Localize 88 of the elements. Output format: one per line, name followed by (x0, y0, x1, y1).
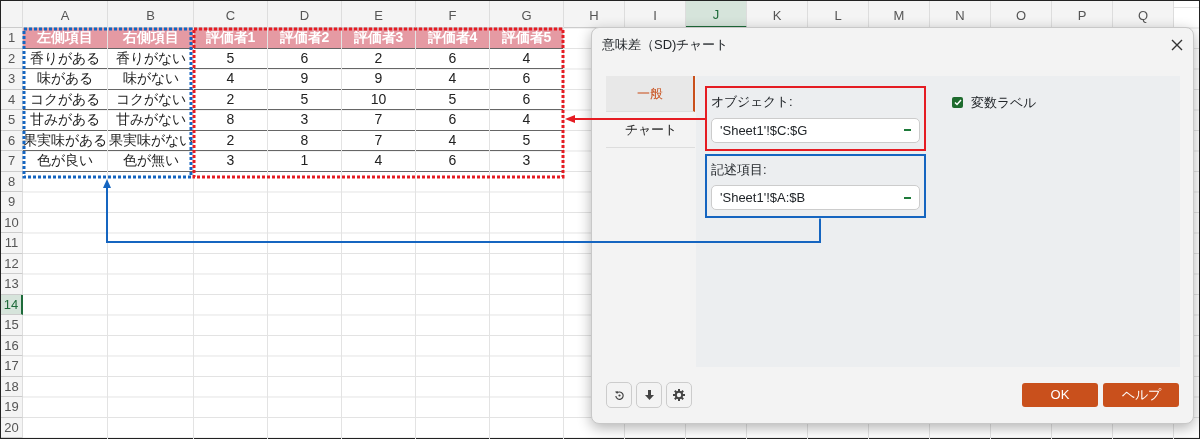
row-header[interactable]: 9 (1, 192, 23, 213)
column-header[interactable]: D (268, 1, 342, 28)
table-cell: 7 (342, 130, 416, 151)
table-cell: 3 (268, 110, 342, 131)
row-header[interactable]: 11 (1, 233, 23, 254)
table-cell: 8 (268, 130, 342, 151)
table-cell: コクがある (23, 89, 108, 110)
row-header[interactable]: 17 (1, 356, 23, 377)
table-cell: 色が良い (23, 151, 108, 172)
column-header[interactable]: J (686, 1, 747, 28)
table-cell: 6 (490, 89, 564, 110)
column-header[interactable]: I (625, 1, 686, 28)
row-header[interactable]: 16 (1, 335, 23, 356)
column-header[interactable]: Q (1113, 1, 1174, 28)
row-header[interactable]: 19 (1, 397, 23, 418)
table-cell: 5 (194, 48, 268, 69)
row-header[interactable]: 14 (1, 294, 23, 315)
table-cell: 9 (268, 69, 342, 90)
row-header[interactable]: 7 (1, 151, 23, 172)
table-cell: 味がない (108, 69, 194, 90)
field-label: 記述項目: (711, 160, 767, 179)
column-header[interactable]: P (1052, 1, 1113, 28)
table-cell: 果実味がある (23, 130, 108, 151)
row-header[interactable]: 18 (1, 376, 23, 397)
row-header[interactable]: 1 (1, 28, 23, 49)
table-cell: 1 (268, 151, 342, 172)
table-cell: 6 (490, 69, 564, 90)
table-cell: 6 (416, 48, 490, 69)
column-header[interactable]: O (991, 1, 1052, 28)
table-cell: 味がある (23, 69, 108, 90)
row-header[interactable]: 10 (1, 212, 23, 233)
column-header[interactable]: G (490, 1, 564, 28)
table-cell: 3 (490, 151, 564, 172)
table-cell: 6 (416, 151, 490, 172)
column-header[interactable]: N (930, 1, 991, 28)
table-cell: 2 (194, 130, 268, 151)
table-cell: 4 (490, 48, 564, 69)
row-header[interactable]: 4 (1, 89, 23, 110)
table-cell: 4 (194, 69, 268, 90)
table-cell: 甘みがある (23, 110, 108, 131)
table-cell: 色が無い (108, 151, 194, 172)
table-cell: 4 (342, 151, 416, 172)
row-header[interactable]: 5 (1, 110, 23, 131)
table-cell: 5 (490, 130, 564, 151)
column-header[interactable]: A (23, 1, 108, 28)
column-header[interactable]: E (342, 1, 416, 28)
row-header[interactable]: 15 (1, 315, 23, 336)
table-cell: 6 (268, 48, 342, 69)
dialog-title: 意味差（SD)チャート (602, 36, 729, 55)
row-header[interactable]: 13 (1, 274, 23, 295)
table-cell: 甘みがない (108, 110, 194, 131)
column-header[interactable]: M (869, 1, 930, 28)
table-cell: 7 (342, 110, 416, 131)
table-cell: 2 (342, 48, 416, 69)
table-cell: 10 (342, 89, 416, 110)
column-header[interactable]: L (808, 1, 869, 28)
table-cell: 9 (342, 69, 416, 90)
range-field[interactable]: 'Sheet1'!$C:$G (711, 117, 920, 143)
column-header[interactable]: H (564, 1, 625, 28)
column-header[interactable]: F (416, 1, 490, 28)
table-cell: 5 (268, 89, 342, 110)
table-cell: 香りがある (23, 48, 108, 69)
column-header[interactable]: K (747, 1, 808, 28)
column-header[interactable]: B (108, 1, 194, 28)
nav-tab[interactable]: チャート (606, 112, 695, 149)
table-cell: 5 (416, 89, 490, 110)
table-cell: 3 (194, 151, 268, 172)
ok-button[interactable]: OK (1022, 383, 1098, 408)
row-header[interactable]: 2 (1, 48, 23, 69)
table-cell: 2 (194, 89, 268, 110)
row-header[interactable]: 12 (1, 253, 23, 274)
row-header[interactable]: 3 (1, 69, 23, 90)
row-header[interactable]: 6 (1, 130, 23, 151)
table-cell: 6 (416, 110, 490, 131)
help-button[interactable]: ヘルプ (1103, 383, 1179, 408)
column-header[interactable]: C (194, 1, 268, 28)
checkbox-label: 変数ラベル (971, 93, 1036, 112)
range-field[interactable]: 'Sheet1'!$A:$B (711, 185, 920, 211)
table-cell: 4 (416, 69, 490, 90)
table-cell: 8 (194, 110, 268, 131)
table-cell: 香りがない (108, 48, 194, 69)
table-cell: 4 (490, 110, 564, 131)
table-cell: 4 (416, 130, 490, 151)
row-header[interactable]: 20 (1, 417, 23, 438)
field-label: オブジェクト: (711, 93, 793, 112)
row-header[interactable]: 8 (1, 171, 23, 192)
nav-tab[interactable]: 一般 (606, 76, 695, 113)
table-cell: コクがない (108, 89, 194, 110)
